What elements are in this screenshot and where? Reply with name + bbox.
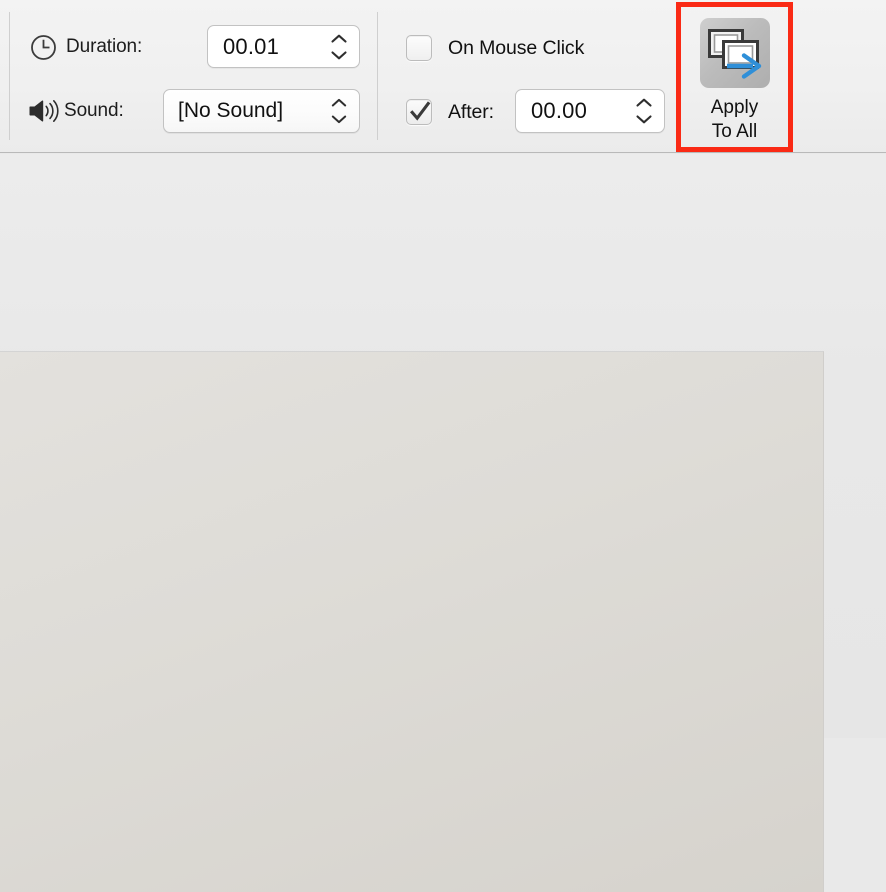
after-label: After: xyxy=(448,100,494,123)
on-mouse-click-label: On Mouse Click xyxy=(448,36,585,59)
apply-to-all-highlight-box xyxy=(676,2,793,152)
duration-value[interactable]: 00.01 xyxy=(208,34,279,60)
sound-select[interactable]: [No Sound] xyxy=(163,89,360,133)
checkmark-icon xyxy=(409,101,431,128)
sound-row: Sound: xyxy=(28,90,124,132)
sound-select-arrows[interactable] xyxy=(330,98,348,125)
on-mouse-click-row[interactable]: On Mouse Click xyxy=(406,32,584,64)
on-mouse-click-checkbox[interactable] xyxy=(406,35,432,61)
editor-workspace xyxy=(0,154,886,892)
after-stepper-arrows[interactable] xyxy=(635,98,653,125)
sound-value[interactable]: [No Sound] xyxy=(164,99,283,123)
duration-row: Duration: xyxy=(30,26,142,68)
slide-canvas[interactable] xyxy=(0,351,824,892)
speaker-icon xyxy=(28,97,64,125)
chevron-down-icon[interactable] xyxy=(330,49,348,60)
transitions-toolbar-screen: Duration: 00.01 Sound: [No Sound] On Mou… xyxy=(0,0,886,892)
toolbar-divider-left xyxy=(9,12,10,140)
duration-label: Duration: xyxy=(66,36,143,57)
sound-label: Sound: xyxy=(64,100,124,121)
toolbar-divider-middle xyxy=(377,12,378,140)
after-duration-stepper[interactable]: 00.00 xyxy=(515,89,665,133)
duration-stepper[interactable]: 00.01 xyxy=(207,25,360,68)
duration-stepper-arrows[interactable] xyxy=(330,33,348,60)
clock-icon xyxy=(30,34,66,61)
chevron-up-icon[interactable] xyxy=(635,98,653,109)
after-checkbox[interactable] xyxy=(406,99,432,125)
chevron-down-icon[interactable] xyxy=(330,114,348,125)
chevron-down-icon[interactable] xyxy=(635,114,653,125)
after-duration-value[interactable]: 00.00 xyxy=(516,98,587,124)
chevron-up-icon[interactable] xyxy=(330,98,348,109)
chevron-up-icon[interactable] xyxy=(330,33,348,44)
after-row[interactable]: After: xyxy=(406,95,494,129)
transition-timing-toolbar: Duration: 00.01 Sound: [No Sound] On Mou… xyxy=(0,0,886,153)
